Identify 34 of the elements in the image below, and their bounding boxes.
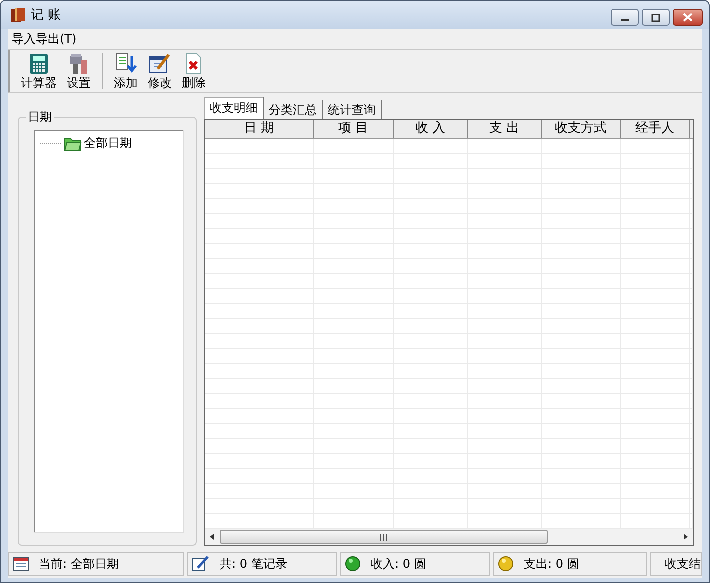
status-ball-icon (345, 556, 361, 572)
column-header[interactable]: 支 出 (468, 120, 542, 138)
close-icon (683, 13, 693, 22)
pencil-icon (192, 556, 210, 572)
minimize-button[interactable] (611, 9, 639, 26)
column-header[interactable]: 收 入 (394, 120, 468, 138)
toolbar-button[interactable]: 添加 (109, 52, 143, 90)
menu-item[interactable]: 导入导出(T) (8, 30, 81, 48)
toolbar-button[interactable]: 删除 (177, 52, 211, 90)
grip-icon (380, 534, 388, 540)
coin-icon (498, 556, 514, 572)
column-header[interactable]: 经手人 (621, 120, 690, 138)
calendar-icon (13, 557, 29, 571)
status-text: 收入: 0 圆 (371, 556, 426, 572)
horizontal-scrollbar[interactable] (205, 529, 693, 545)
maximize-button[interactable] (642, 9, 670, 26)
column-header[interactable]: 收支方式 (542, 120, 621, 138)
scroll-thumb[interactable] (220, 530, 548, 544)
toolbar-button[interactable]: 修改 (143, 52, 177, 90)
maximize-icon (651, 14, 661, 22)
book-icon (9, 6, 27, 24)
group-title: 日期 (27, 109, 53, 126)
window-title: 记 账 (31, 7, 62, 24)
status-text: 当前: 全部日期 (39, 556, 119, 572)
column-header[interactable]: 项 目 (314, 120, 394, 138)
column-header[interactable]: 日 期 (205, 120, 314, 138)
toolbar-button[interactable]: 计算器 (16, 52, 62, 90)
status-text: 收支结 (665, 556, 701, 572)
status-text: 支出: 0 圆 (524, 556, 580, 572)
tree-item[interactable]: 全部日期 (35, 135, 183, 152)
tab[interactable]: 收支明细 (204, 97, 264, 119)
status-text: 共: 0 笔记录 (220, 556, 288, 572)
close-button[interactable] (673, 9, 703, 26)
toolbar-button[interactable]: 设置 (62, 52, 96, 90)
